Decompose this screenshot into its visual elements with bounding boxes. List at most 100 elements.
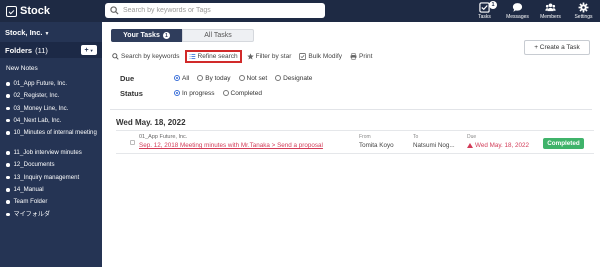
radio-selected[interactable]	[174, 75, 180, 81]
list-icon	[189, 53, 195, 59]
due-value: Wed May. 18, 2022	[467, 142, 529, 149]
folder-label: 01_App Future, Inc.	[13, 80, 68, 87]
bullet-icon	[6, 106, 10, 111]
due-option-designate[interactable]: Designate	[275, 75, 312, 82]
task-row[interactable]: 01_App Future, Inc. Sep. 12, 2018 Meetin…	[116, 130, 594, 154]
folder-label: 03_Money Line, Inc.	[13, 104, 69, 112]
folder-item[interactable]: 02_Register, Inc.	[6, 92, 100, 104]
plus-icon: +	[84, 46, 89, 54]
folder-item[interactable]: 11_Job interview minutes	[6, 149, 100, 161]
bullet-icon	[6, 94, 10, 98]
bullet-icon	[6, 212, 10, 217]
add-folder-button[interactable]: + ▼	[81, 45, 97, 55]
status-option-completed[interactable]: Completed	[222, 89, 262, 97]
from-label: From	[359, 134, 371, 140]
option-label: Not set	[246, 74, 268, 82]
folder-label: 02_Register, Inc.	[13, 92, 60, 100]
radio-selected[interactable]	[174, 90, 180, 96]
search-icon	[112, 52, 119, 60]
folder-list: 01_App Future, Inc. 02_Register, Inc. 03…	[6, 80, 100, 223]
folder-item[interactable]: マイフォルダ	[6, 211, 100, 223]
radio[interactable]	[197, 75, 204, 81]
bullet-icon	[6, 200, 10, 204]
folder-label: 14_Manual	[13, 186, 44, 194]
nav-tasks[interactable]: 1 Tasks	[468, 0, 501, 22]
print-button[interactable]: Print	[350, 53, 372, 60]
task-checkbox[interactable]	[130, 140, 135, 145]
folder-item[interactable]: 04_Next Lab, Inc.	[6, 117, 100, 129]
print-label: Print	[359, 52, 373, 60]
members-icon	[545, 3, 556, 12]
refine-search-button[interactable]: Refine search	[184, 49, 242, 63]
top-bar: Stock 1 Tasks Messages Members Settings	[0, 0, 600, 22]
folder-item[interactable]: Team Folder	[6, 198, 100, 210]
status-badge[interactable]: Completed	[543, 138, 584, 149]
caret-down-icon: ▼	[44, 31, 50, 37]
nav-members[interactable]: Members	[534, 0, 567, 22]
folder-item[interactable]: 13_Inquiry management	[6, 174, 100, 186]
nav-members-label: Members	[540, 14, 561, 20]
nav-settings[interactable]: Settings	[567, 0, 600, 22]
app-logo[interactable]: Stock	[6, 4, 50, 18]
due-option-not-set[interactable]: Not set	[238, 74, 268, 82]
bullet-icon	[6, 163, 10, 167]
search-input[interactable]	[123, 7, 313, 14]
create-task-button[interactable]: + Create a Task	[524, 40, 590, 55]
bulk-modify-button[interactable]: Bulk Modify	[299, 53, 342, 60]
bullet-icon	[6, 118, 10, 123]
bullet-icon	[6, 188, 10, 192]
bullet-icon	[6, 175, 10, 180]
status-filter-label: Status	[120, 88, 143, 98]
due-option-all[interactable]: All	[174, 75, 189, 82]
star-icon	[246, 52, 254, 60]
folder-item[interactable]: 01_App Future, Inc.	[6, 80, 100, 92]
gear-icon	[578, 2, 589, 13]
nav-tasks-label: Tasks	[478, 14, 491, 20]
folder-item[interactable]: 14_Manual	[6, 186, 100, 198]
search-keywords-label: Search by keywords	[121, 52, 180, 60]
bullet-icon	[6, 151, 10, 155]
search-keywords-button[interactable]: Search by keywords	[112, 53, 180, 60]
due-option-by-today[interactable]: By today	[197, 75, 231, 82]
folder-label: 11_Job interview minutes	[13, 149, 82, 157]
date-header: Wed May. 18, 2022	[116, 118, 186, 127]
caret-down-icon: ▼	[89, 47, 94, 53]
new-notes-link[interactable]: New Notes	[6, 65, 38, 72]
company-name: Stock, Inc.	[5, 28, 43, 37]
option-label: Completed	[230, 89, 262, 97]
due-filter-label: Due	[120, 73, 135, 83]
folder-item[interactable]: 03_Money Line, Inc.	[6, 105, 100, 117]
folder-item[interactable]: 10_Minutes of internal meeting	[6, 129, 100, 149]
tab-all-tasks[interactable]: All Tasks	[182, 29, 254, 42]
print-icon	[350, 52, 357, 60]
filter-star-button[interactable]: Filter by star	[246, 52, 291, 60]
search-icon	[110, 6, 119, 15]
task-folder: 01_App Future, Inc.	[139, 134, 188, 140]
company-switcher[interactable]: Stock, Inc. ▼	[5, 28, 49, 37]
bullet-icon	[6, 82, 10, 86]
radio[interactable]	[275, 75, 282, 81]
global-search[interactable]	[105, 3, 325, 18]
stock-logo-icon	[6, 5, 17, 17]
sidebar: Stock, Inc. ▼ Folders (11) + ▼ New Notes 0…	[0, 22, 102, 267]
checkbox-icon	[299, 52, 307, 60]
nav-messages[interactable]: Messages	[501, 0, 534, 22]
task-title-link[interactable]: Sep. 12, 2018 Meeting minutes with Mr.Ta…	[139, 142, 323, 149]
tab-your-tasks[interactable]: Your Tasks 1	[111, 29, 182, 42]
refine-search-label: Refine search	[197, 52, 238, 60]
radio[interactable]	[238, 75, 245, 81]
bullet-icon	[6, 131, 10, 135]
folder-label: マイフォルダ	[13, 210, 51, 218]
status-option-in-progress[interactable]: In progress	[174, 90, 215, 97]
radio[interactable]	[222, 90, 229, 96]
folder-label: 10_Minutes of internal meeting	[13, 129, 97, 137]
bulk-modify-label: Bulk Modify	[308, 52, 343, 60]
tab-label: All Tasks	[204, 32, 232, 39]
nav-messages-label: Messages	[506, 14, 529, 20]
folders-count: (11)	[35, 45, 48, 55]
to-label: To	[413, 134, 419, 140]
option-label: Designate	[283, 74, 313, 82]
main-panel: Your Tasks 1 All Tasks + Create a Task S…	[102, 22, 600, 267]
folder-item[interactable]: 12_Documents	[6, 161, 100, 173]
top-nav: 1 Tasks Messages Members Settings	[468, 0, 600, 22]
